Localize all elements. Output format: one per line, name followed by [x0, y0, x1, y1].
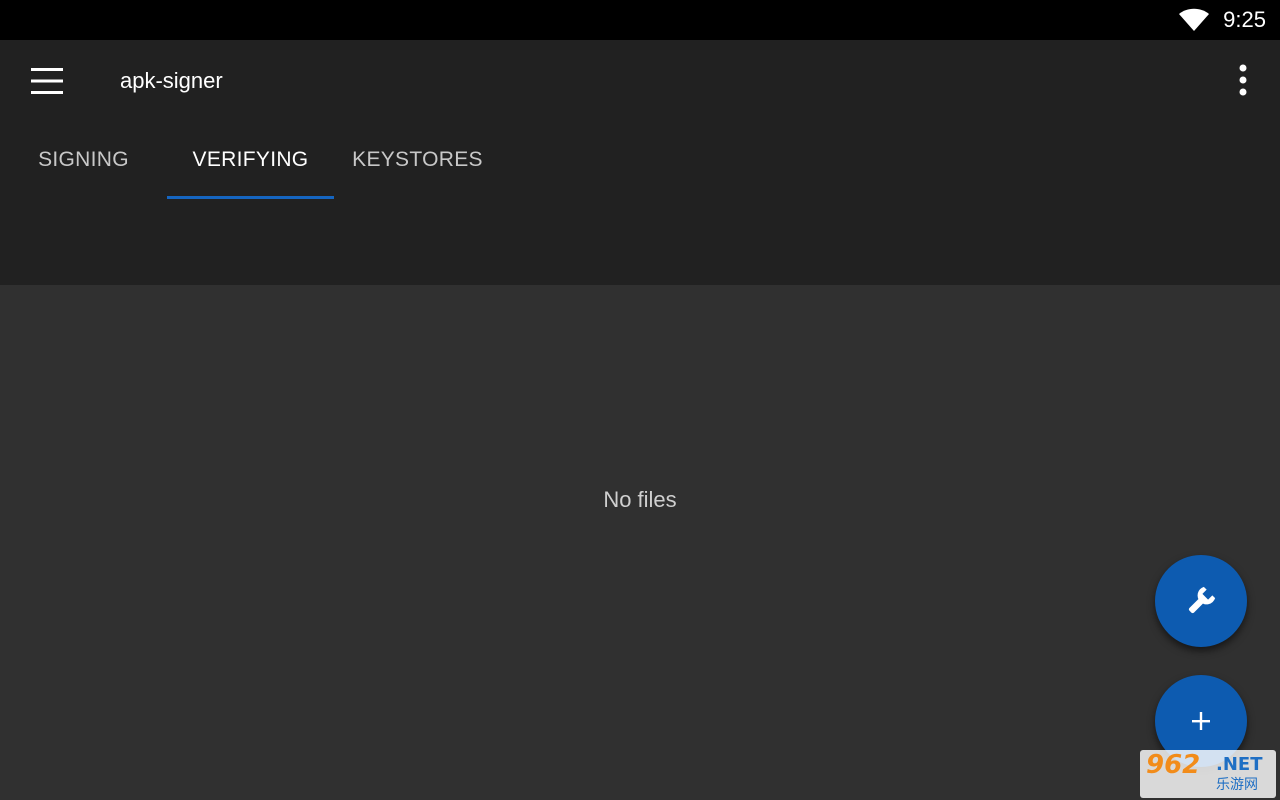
app-title: apk-signer: [120, 68, 223, 93]
active-tab-indicator: [167, 196, 334, 199]
wrench-icon: [1188, 586, 1216, 614]
site-watermark: 962 .NET 乐游网: [1140, 750, 1276, 798]
menu-button[interactable]: [22, 56, 72, 106]
tab-signing[interactable]: SIGNING: [0, 120, 167, 200]
more-vert-icon: [1239, 64, 1247, 96]
empty-state-text: No files: [603, 487, 677, 512]
app-bar: apk-signer SIGNING VERIFYING KEYSTORES: [0, 40, 1280, 285]
tab-keystores[interactable]: KEYSTORES: [334, 120, 501, 200]
watermark-net: .NET: [1216, 754, 1263, 775]
wifi-icon: [1179, 8, 1209, 31]
hamburger-menu-icon: [31, 68, 63, 94]
status-time: 9:25: [1223, 7, 1266, 32]
overflow-menu-button[interactable]: [1222, 58, 1264, 104]
watermark-number: 962: [1146, 750, 1201, 780]
status-bar: 9:25: [0, 0, 1280, 40]
tab-verifying[interactable]: VERIFYING: [167, 120, 334, 200]
watermark-subtitle: 乐游网: [1216, 777, 1258, 793]
tools-fab-button[interactable]: [1155, 555, 1247, 647]
tab-bar: SIGNING VERIFYING KEYSTORES: [0, 120, 1280, 200]
file-list-area: No files: [0, 285, 1280, 800]
